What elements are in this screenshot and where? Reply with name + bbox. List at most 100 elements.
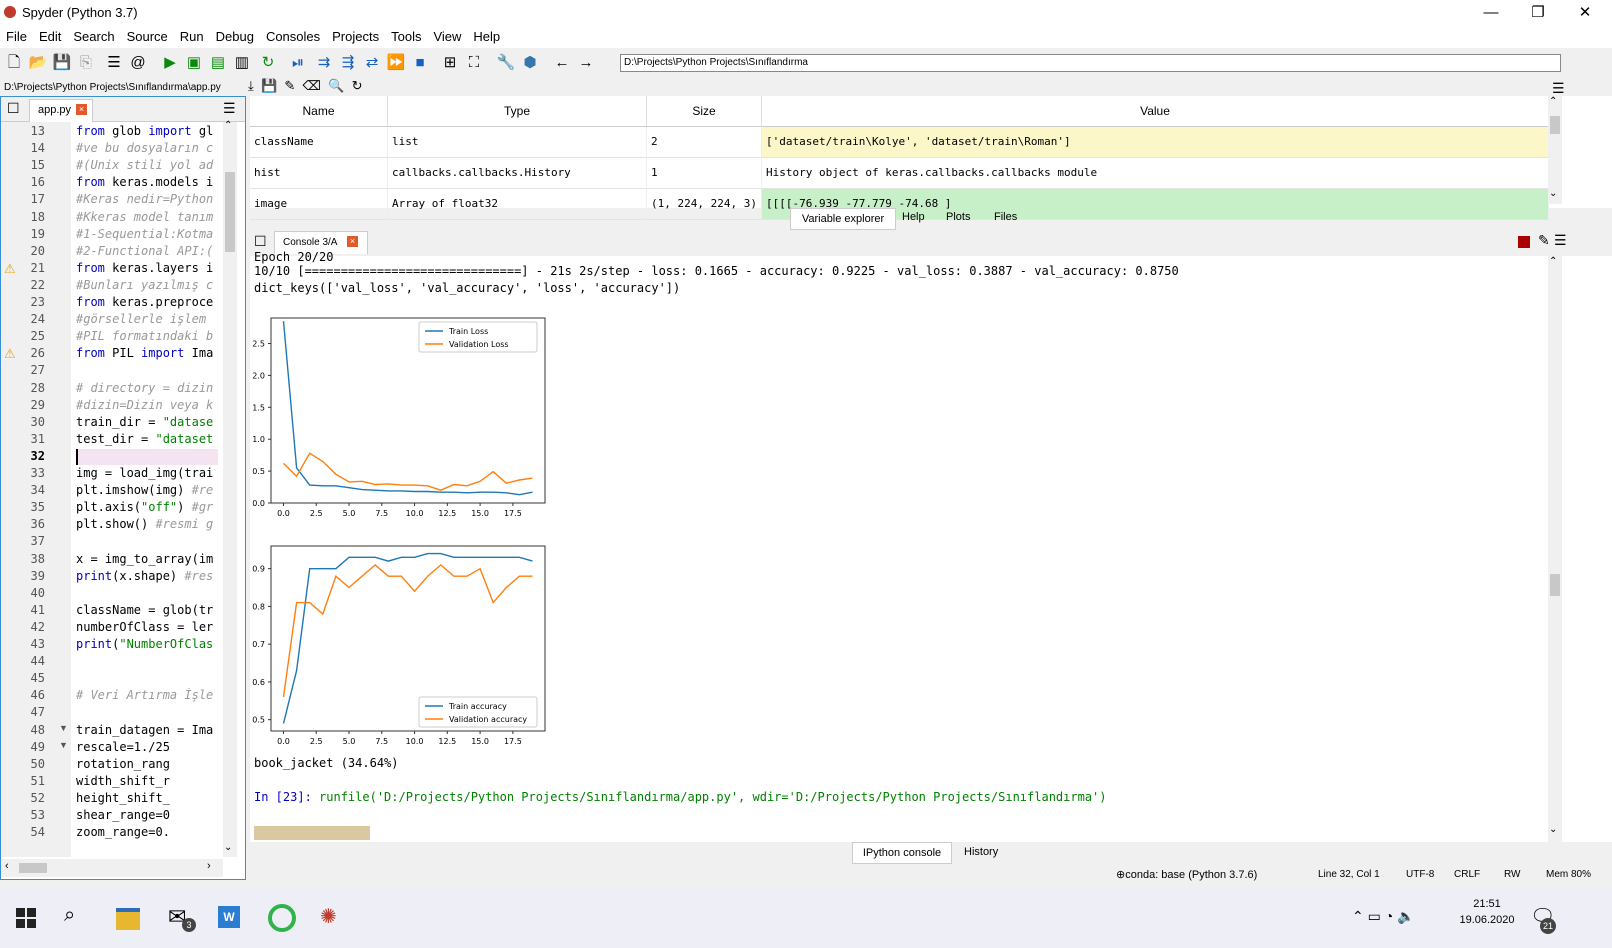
code-line[interactable]: plt.imshow(img) #re xyxy=(76,483,216,497)
spyder-taskbar-icon[interactable]: ✺ xyxy=(320,904,337,929)
python-path-icon[interactable]: ⬢ xyxy=(520,53,540,73)
tray-icons[interactable]: ⌃ ▭ ◔ 🔈 xyxy=(1352,908,1415,925)
code-line[interactable]: #(Unix stili yol ad xyxy=(76,158,216,172)
code-line[interactable]: zoom_range=0. xyxy=(76,825,216,839)
search-icon[interactable]: 🔍 xyxy=(328,78,344,93)
close-button[interactable]: ✕ xyxy=(1562,2,1608,24)
download-icon[interactable]: ⤓ xyxy=(248,78,254,93)
taskbar-clock[interactable]: 21:51 19.06.2020 xyxy=(1452,898,1522,926)
menu-search[interactable]: Search xyxy=(67,26,120,44)
code-line[interactable]: numberOfClass = ler xyxy=(76,620,216,634)
code-line[interactable]: #Bunları yazılmış c xyxy=(76,278,216,292)
save-copy-icon[interactable]: 💾 xyxy=(261,78,277,93)
code-line[interactable]: train_dir = "datase xyxy=(76,415,216,429)
var-scroll-down-icon[interactable]: ⌄ xyxy=(1549,188,1557,199)
variable-type-cell[interactable]: Array of float32 xyxy=(388,189,647,220)
code-line[interactable]: #dizin=Dizin veya k xyxy=(76,398,216,412)
step-icon[interactable]: ⇉ xyxy=(314,53,334,73)
run-cell-icon[interactable]: ▣ xyxy=(184,53,204,73)
var-scroll-up-icon[interactable]: ⌃ xyxy=(1549,96,1557,107)
code-line[interactable]: x = img_to_array(im xyxy=(76,552,216,566)
working-directory-input[interactable]: D:\Projects\Python Projects\Sınıflandırm… xyxy=(620,54,1561,72)
clear-console-icon[interactable]: ✎ xyxy=(1538,232,1550,249)
tab-app-py[interactable]: app.py × xyxy=(29,99,93,122)
code-line[interactable]: rescale=1./25 xyxy=(76,740,216,754)
file-explorer-icon[interactable] xyxy=(116,908,140,930)
editor-scroll-thumb[interactable] xyxy=(225,172,235,252)
debug-icon[interactable]: ⏯ xyxy=(288,53,308,73)
menu-edit[interactable]: Edit xyxy=(33,26,67,44)
tab-help[interactable]: Help xyxy=(902,211,925,223)
col-type-header[interactable]: Type xyxy=(388,96,647,127)
stop-debug-icon[interactable]: ■ xyxy=(410,53,430,73)
open-file-icon[interactable]: 📂 xyxy=(28,53,48,73)
circle-app-icon[interactable] xyxy=(268,904,296,932)
close-console-icon[interactable]: × xyxy=(347,236,358,247)
back-arrow-icon[interactable]: ← xyxy=(552,53,572,73)
console-scroll-thumb[interactable] xyxy=(1550,574,1560,596)
tab-history[interactable]: History xyxy=(964,846,998,858)
interrupt-kernel-icon[interactable] xyxy=(1518,236,1530,248)
code-line[interactable]: #1-Sequential:Kotma xyxy=(76,227,216,241)
col-name-header[interactable]: Name xyxy=(250,96,388,127)
ipython-console[interactable]: Epoch 20/20 10/10 [=====================… xyxy=(250,250,1612,842)
variable-row[interactable]: hist callbacks.callbacks.History 1 History … xyxy=(250,158,1549,189)
run-selection-icon[interactable]: ▥ xyxy=(232,53,252,73)
code-line[interactable]: width_shift_r xyxy=(76,774,216,788)
code-line[interactable]: test_dir = "dataset xyxy=(76,432,216,446)
variable-value-cell[interactable]: History object of keras.callbacks.callba… xyxy=(762,158,1549,189)
scroll-up-icon[interactable]: ⌃ xyxy=(224,120,232,131)
editor-vertical-scrollbar[interactable]: ⌃ ⌄ xyxy=(223,120,237,857)
code-line[interactable]: print("NumberOfClas xyxy=(76,637,216,651)
col-size-header[interactable]: Size xyxy=(647,96,762,127)
menu-file[interactable]: File xyxy=(0,26,33,44)
var-options-icon[interactable]: ☰ xyxy=(1552,80,1565,97)
run-icon[interactable]: ▶ xyxy=(160,53,180,73)
menu-consoles[interactable]: Consoles xyxy=(260,26,326,44)
step-return-icon[interactable]: ⇄ xyxy=(362,53,382,73)
current-line[interactable] xyxy=(76,448,218,465)
code-line[interactable]: className = glob(tr xyxy=(76,603,216,617)
variable-size-cell[interactable]: 2 xyxy=(647,127,762,158)
edit-icon[interactable]: ✎ xyxy=(284,78,295,93)
code-area[interactable]: from glob import gl #ve bu dosyaların c #(… xyxy=(1,122,221,857)
refresh-icon[interactable]: ↻ xyxy=(352,78,363,93)
menu-debug[interactable]: Debug xyxy=(210,26,260,44)
console-scrollbar[interactable]: ⌃ ⌄ xyxy=(1548,256,1562,842)
code-line[interactable]: #görsellerle işlem xyxy=(76,312,216,326)
forward-arrow-icon[interactable]: → xyxy=(576,53,596,73)
menu-tools[interactable]: Tools xyxy=(385,26,427,44)
search-taskbar-icon[interactable]: ⌕ xyxy=(64,904,75,927)
code-line[interactable]: from keras.layers i xyxy=(76,261,216,275)
minimize-button[interactable]: — xyxy=(1468,2,1514,24)
tab-ipython-console[interactable]: IPython console xyxy=(852,842,952,864)
menu-view[interactable]: View xyxy=(427,26,467,44)
step-into-icon[interactable]: ⇶ xyxy=(338,53,358,73)
variable-type-cell[interactable]: list xyxy=(388,127,647,158)
code-line[interactable]: plt.show() #resmi g xyxy=(76,517,216,531)
run-cell-advance-icon[interactable]: ▤ xyxy=(208,53,228,73)
scroll-down-icon[interactable]: ⌄ xyxy=(224,842,232,853)
code-line[interactable]: #PIL formatındaki b xyxy=(76,329,216,343)
eraser-icon[interactable]: ⌫ xyxy=(303,78,321,93)
code-line[interactable]: shear_range=0 xyxy=(76,808,216,822)
variable-size-cell[interactable]: (1, 224, 224, 3) xyxy=(647,189,762,220)
code-line[interactable]: train_datagen = Ima xyxy=(76,723,216,737)
windows-start-icon[interactable] xyxy=(16,908,36,928)
code-line[interactable]: #ve bu dosyaların c xyxy=(76,141,216,155)
code-line[interactable]: #Keras nedir=Python xyxy=(76,192,216,206)
code-line[interactable]: # directory = dizin xyxy=(76,381,216,395)
new-file-icon[interactable]: 🗋 xyxy=(4,53,24,73)
variable-value-cell[interactable]: ['dataset/train\Kolye', 'dataset/train\R… xyxy=(762,127,1549,158)
list-icon[interactable]: ☰ xyxy=(104,53,124,73)
save-icon[interactable]: 💾 xyxy=(52,53,72,73)
preferences-icon[interactable]: 🔧 xyxy=(496,53,516,73)
code-line[interactable]: rotation_rang xyxy=(76,757,216,771)
code-line[interactable]: height_shift_ xyxy=(76,791,216,805)
variable-type-cell[interactable]: callbacks.callbacks.History xyxy=(388,158,647,189)
code-line[interactable]: plt.axis("off") #gr xyxy=(76,500,216,514)
code-line[interactable]: from keras.preproce xyxy=(76,295,216,309)
variable-name-cell[interactable]: className xyxy=(250,127,388,158)
variable-size-cell[interactable]: 1 xyxy=(647,158,762,189)
col-value-header[interactable]: Value xyxy=(762,96,1549,127)
